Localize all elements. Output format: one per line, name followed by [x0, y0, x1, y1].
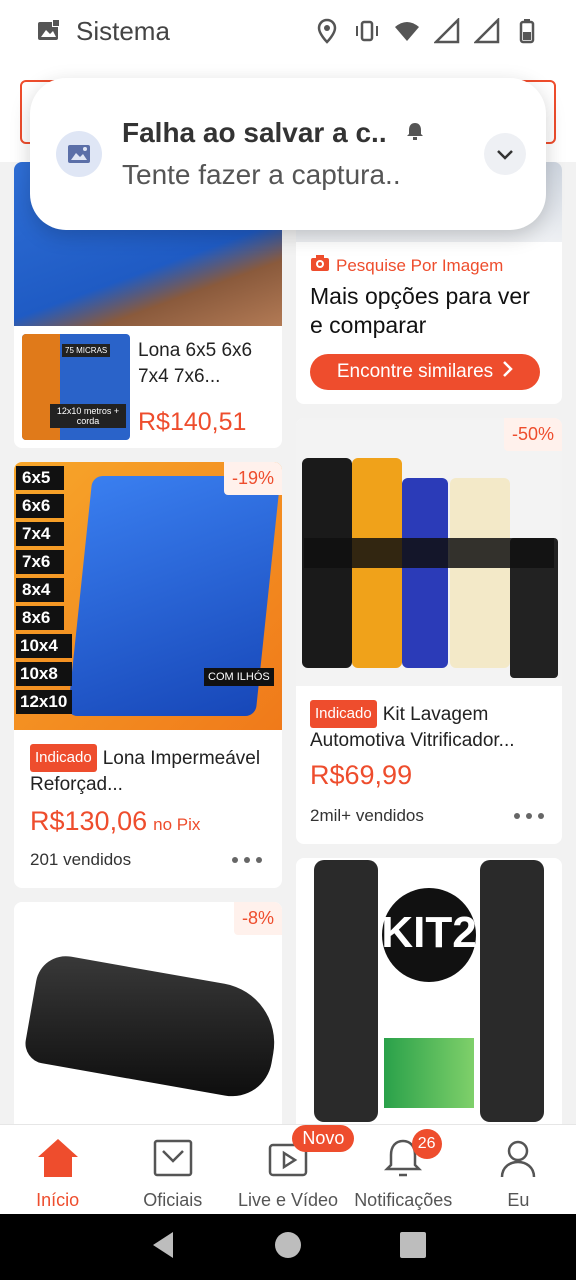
signal-icon — [432, 16, 460, 44]
product-image — [14, 902, 282, 1132]
status-bar: Sistema — [0, 0, 576, 62]
price-suffix: no Pix — [153, 815, 201, 834]
screenshot-icon — [56, 131, 102, 177]
more-options-icon[interactable] — [232, 857, 262, 863]
home-icon — [36, 1137, 80, 1184]
image-search-label: Pesquise Por Imagem — [336, 255, 504, 275]
nav-label: Eu — [507, 1190, 530, 1210]
discount-badge: -19% — [223, 462, 282, 495]
size-label: 7x4 — [16, 522, 64, 546]
product-card-kit-controle[interactable]: KIT2 — [296, 858, 562, 1132]
product-card-lona-preta[interactable]: -8% — [14, 902, 282, 1132]
size-label: 8x6 — [16, 606, 64, 630]
recents-icon[interactable] — [399, 1231, 427, 1264]
product-price: R$69,99 — [310, 760, 413, 790]
find-similar-button[interactable]: Encontre similares — [310, 354, 540, 390]
size-label: 10x4 — [16, 634, 72, 658]
bag-icon — [151, 1137, 195, 1184]
bottom-navigation: Início Oficiais Novo Live e Vídeo 26 Not… — [0, 1124, 576, 1214]
thumbnail-label-size: 12x10 metros + corda — [50, 404, 126, 428]
product-price: R$140,51 — [138, 408, 247, 436]
nav-live-video[interactable]: Novo Live e Vídeo — [230, 1125, 355, 1214]
kit-label: KIT2 — [381, 908, 477, 957]
discount-badge: -50% — [503, 418, 562, 451]
sold-count: 2mil+ vendidos — [310, 806, 424, 825]
system-navigation-bar — [0, 1214, 576, 1280]
nav-label: Início — [36, 1190, 80, 1210]
product-name: Indicado Lona Impermeável Reforçad... — [30, 744, 270, 796]
discount-badge: -8% — [233, 902, 282, 935]
nav-me[interactable]: Eu — [461, 1125, 576, 1214]
battery-icon — [514, 18, 540, 44]
product-image: 6x5 6x6 7x4 7x6 8x4 8x6 10x4 10x8 12x10 … — [14, 462, 282, 730]
location-icon — [314, 18, 340, 44]
nav-label: Oficiais — [143, 1190, 203, 1210]
find-similar-label: Encontre similares — [336, 361, 494, 382]
wifi-icon — [394, 18, 420, 44]
size-label: 12x10 — [16, 690, 72, 714]
thumbnail-label-micras: 75 MICRAS — [62, 344, 111, 357]
product-price: R$130,06 — [30, 806, 148, 836]
nav-label: Notificações — [354, 1190, 453, 1210]
nav-notifications[interactable]: 26 Notificações — [346, 1125, 461, 1214]
signal-icon — [472, 16, 500, 44]
size-label: 7x6 — [16, 550, 64, 574]
product-image: KIT2 — [296, 858, 562, 1132]
image-caption: COM ILHÓS — [204, 668, 274, 686]
notification-body: Tente fazer a captura.. — [122, 159, 401, 190]
size-label: 6x5 — [16, 466, 64, 490]
chevron-down-icon[interactable] — [484, 133, 526, 175]
product-card-lona-impermeavel[interactable]: 6x5 6x6 7x4 7x6 8x4 8x6 10x4 10x8 12x10 … — [14, 462, 282, 888]
more-options-icon[interactable] — [514, 813, 544, 819]
user-icon — [496, 1137, 540, 1184]
camera-icon — [310, 254, 330, 277]
size-label: 8x4 — [16, 578, 64, 602]
image-icon — [36, 18, 62, 44]
vibrate-icon — [354, 18, 380, 44]
product-card-kit-lavagem[interactable]: -50% Indicado Kit Lavagem Automotiva Vitr… — [296, 418, 562, 844]
product-name: Lona 6x5 6x6 7x4 7x6... — [138, 340, 253, 387]
notification-count-badge: 26 — [411, 1129, 442, 1159]
recommended-tag: Indicado — [30, 744, 97, 772]
notification-title: Falha ao salvar a c.. — [122, 117, 387, 148]
size-label: 6x6 — [16, 494, 64, 518]
chevron-right-icon — [501, 360, 513, 384]
product-image — [296, 418, 562, 686]
bell-icon — [405, 121, 425, 146]
product-name: Indicado Kit Lavagem Automotiva Vitrifica… — [310, 700, 554, 752]
home-button-icon[interactable] — [274, 1231, 302, 1264]
size-label: 10x8 — [16, 662, 72, 686]
back-icon[interactable] — [149, 1230, 177, 1265]
image-search-heading: Mais opções para ver e comparar — [310, 283, 530, 338]
sold-count: 201 vendidos — [30, 850, 132, 869]
product-thumbnail: 75 MICRAS 12x10 metros + corda — [22, 334, 130, 440]
nav-official[interactable]: Oficiais — [115, 1125, 230, 1214]
nav-home[interactable]: Início — [0, 1125, 115, 1214]
status-bar-label: Sistema — [76, 15, 170, 46]
recommended-tag: Indicado — [310, 700, 377, 728]
nav-label: Live e Vídeo — [237, 1190, 339, 1210]
notification-banner[interactable]: Falha ao salvar a c.. Tente fazer a capt… — [30, 78, 546, 230]
